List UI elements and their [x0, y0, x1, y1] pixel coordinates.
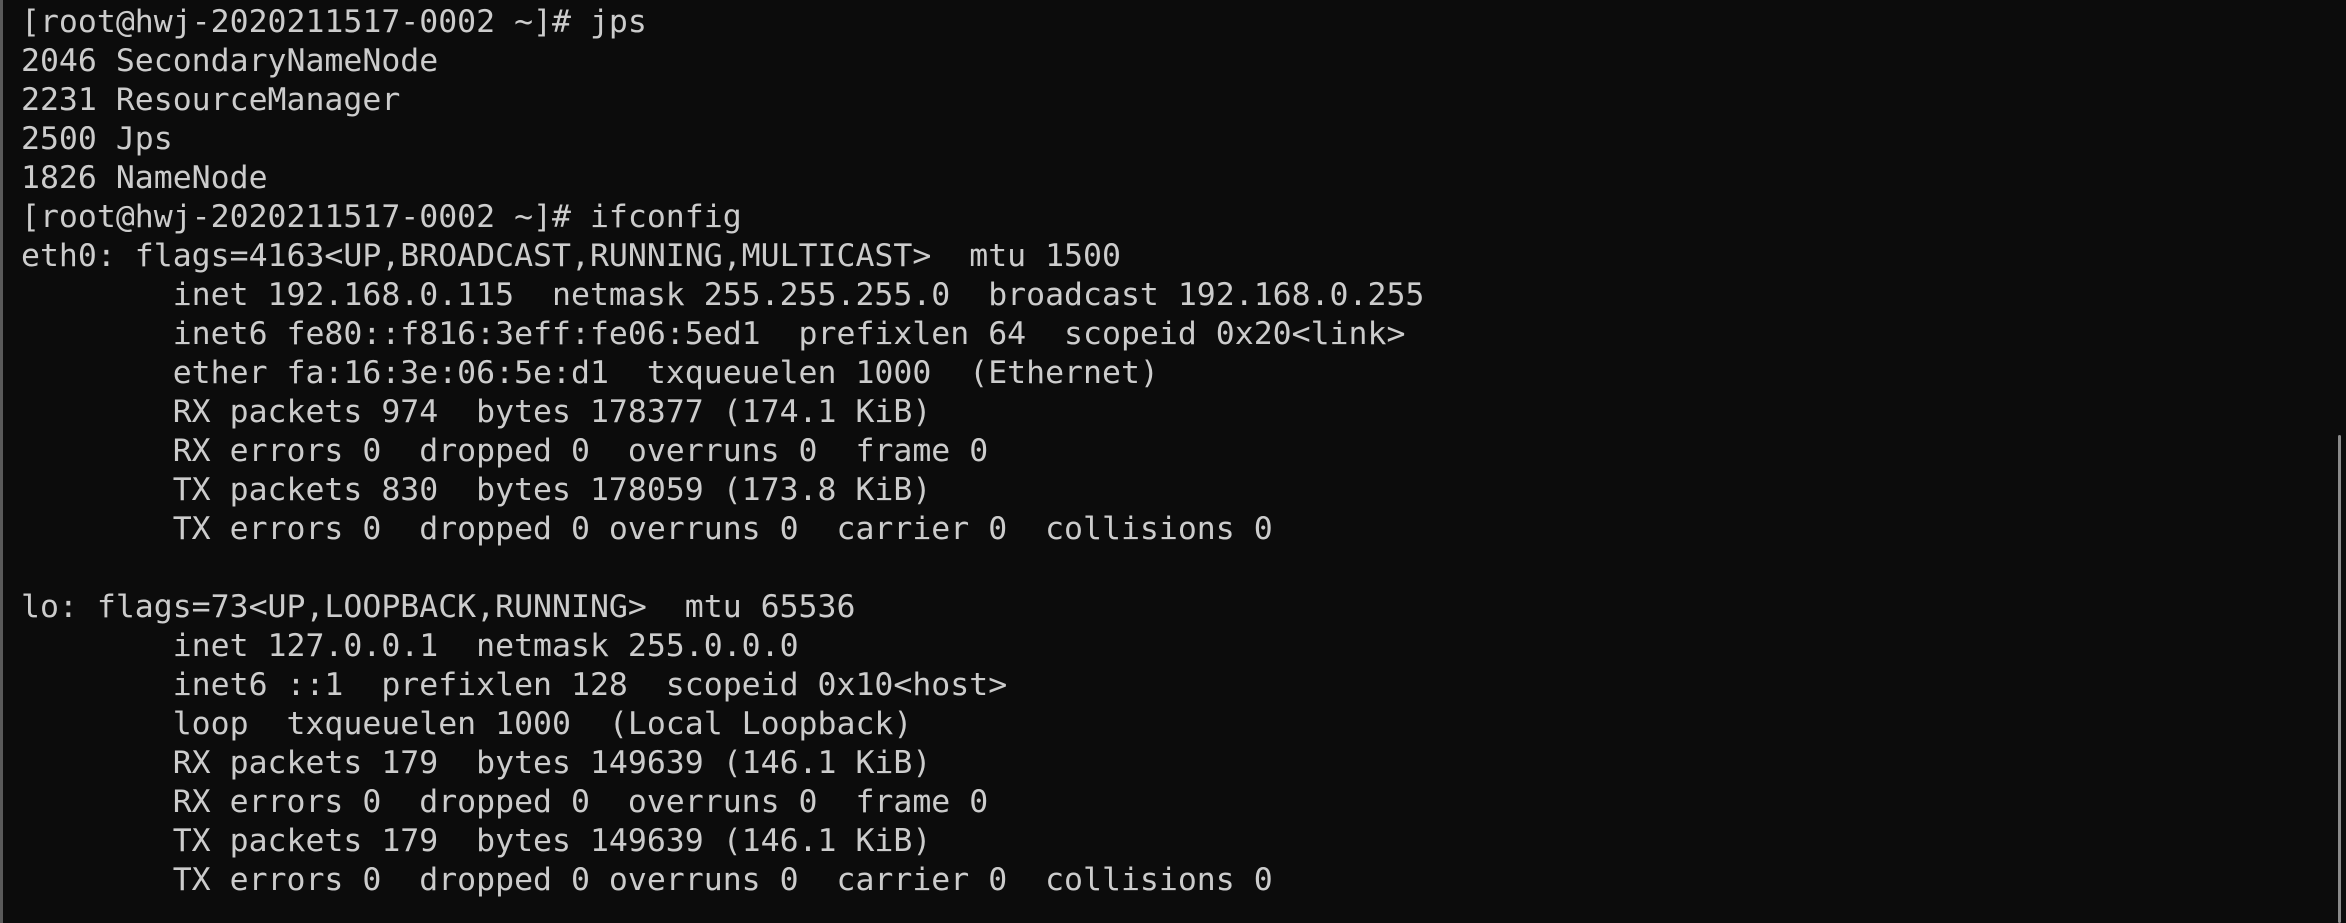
terminal-line: TX packets 179 bytes 149639 (146.1 KiB)	[21, 823, 932, 859]
terminal-line: 1826 NameNode	[21, 160, 268, 196]
terminal-line: inet6 ::1 prefixlen 128 scopeid 0x10<hos…	[21, 667, 1008, 703]
terminal-line-prompt-jps: [root@hwj-2020211517-0002 ~]# jps	[21, 4, 647, 40]
terminal-line: 2231 ResourceManager	[21, 82, 401, 118]
terminal-line: RX errors 0 dropped 0 overruns 0 frame 0	[21, 433, 989, 469]
terminal-line: loop txqueuelen 1000 (Local Loopback)	[21, 706, 913, 742]
terminal-window[interactable]: [root@hwj-2020211517-0002 ~]# jps 2046 Se…	[0, 0, 2346, 923]
terminal-line: 2500 Jps	[21, 121, 173, 157]
terminal-output: [root@hwj-2020211517-0002 ~]# jps 2046 Se…	[21, 3, 1424, 900]
terminal-line: TX errors 0 dropped 0 overruns 0 carrier…	[21, 862, 1273, 898]
terminal-line-lo-header: lo: flags=73<UP,LOOPBACK,RUNNING> mtu 65…	[21, 589, 856, 625]
terminal-line: TX packets 830 bytes 178059 (173.8 KiB)	[21, 472, 932, 508]
terminal-line-prompt-ifconfig: [root@hwj-2020211517-0002 ~]# ifconfig	[21, 199, 742, 235]
terminal-line: inet 192.168.0.115 netmask 255.255.255.0…	[21, 277, 1425, 313]
terminal-line: RX packets 974 bytes 178377 (174.1 KiB)	[21, 394, 932, 430]
terminal-line: RX errors 0 dropped 0 overruns 0 frame 0	[21, 784, 989, 820]
terminal-line: 2046 SecondaryNameNode	[21, 43, 439, 79]
terminal-line: RX packets 179 bytes 149639 (146.1 KiB)	[21, 745, 932, 781]
terminal-line-eth0-header: eth0: flags=4163<UP,BROADCAST,RUNNING,MU…	[21, 238, 1121, 274]
terminal-line: inet6 fe80::f816:3eff:fe06:5ed1 prefixle…	[21, 316, 1406, 352]
terminal-line: inet 127.0.0.1 netmask 255.0.0.0	[21, 628, 799, 664]
vertical-scrollbar[interactable]	[2330, 0, 2346, 923]
scrollbar-thumb[interactable]	[2338, 435, 2341, 923]
terminal-line: TX errors 0 dropped 0 overruns 0 carrier…	[21, 511, 1273, 547]
terminal-line: ether fa:16:3e:06:5e:d1 txqueuelen 1000 …	[21, 355, 1159, 391]
